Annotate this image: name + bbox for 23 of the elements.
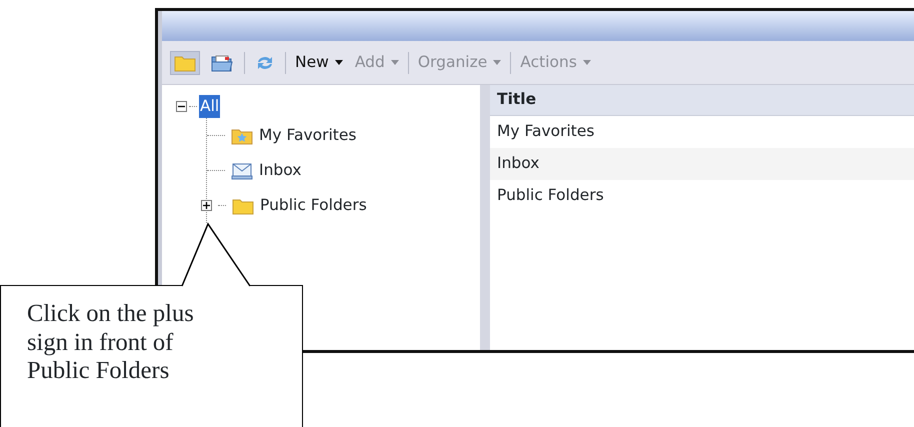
- plus-icon: [203, 202, 210, 209]
- caret-icon: [390, 60, 399, 65]
- open-folder-icon: [210, 52, 234, 72]
- tree-item[interactable]: Public Folders: [260, 194, 367, 218]
- column-header[interactable]: Title: [490, 85, 914, 116]
- tree-item[interactable]: All: [199, 94, 220, 118]
- table-row[interactable]: My Favorites: [490, 116, 914, 148]
- minus-icon: [178, 103, 185, 110]
- caret-icon: [493, 60, 502, 65]
- table-row[interactable]: Inbox: [490, 148, 914, 180]
- tree-item[interactable]: Inbox: [259, 158, 302, 182]
- menu-button[interactable]: New: [292, 50, 346, 74]
- table-row[interactable]: Public Folders: [490, 180, 914, 212]
- folder-icon: [232, 196, 254, 214]
- callout-text: Click on the plus sign in front of Public Folders: [27, 300, 195, 386]
- caret-icon: [334, 60, 343, 65]
- folder-icon: [174, 54, 196, 72]
- tree-item[interactable]: My Favorites: [259, 124, 356, 148]
- caret-icon: [582, 60, 591, 65]
- envelope-icon: [231, 162, 253, 180]
- star-folder-icon: [231, 126, 253, 144]
- collapse-toggle[interactable]: [176, 101, 187, 112]
- expand-toggle[interactable]: [201, 200, 212, 211]
